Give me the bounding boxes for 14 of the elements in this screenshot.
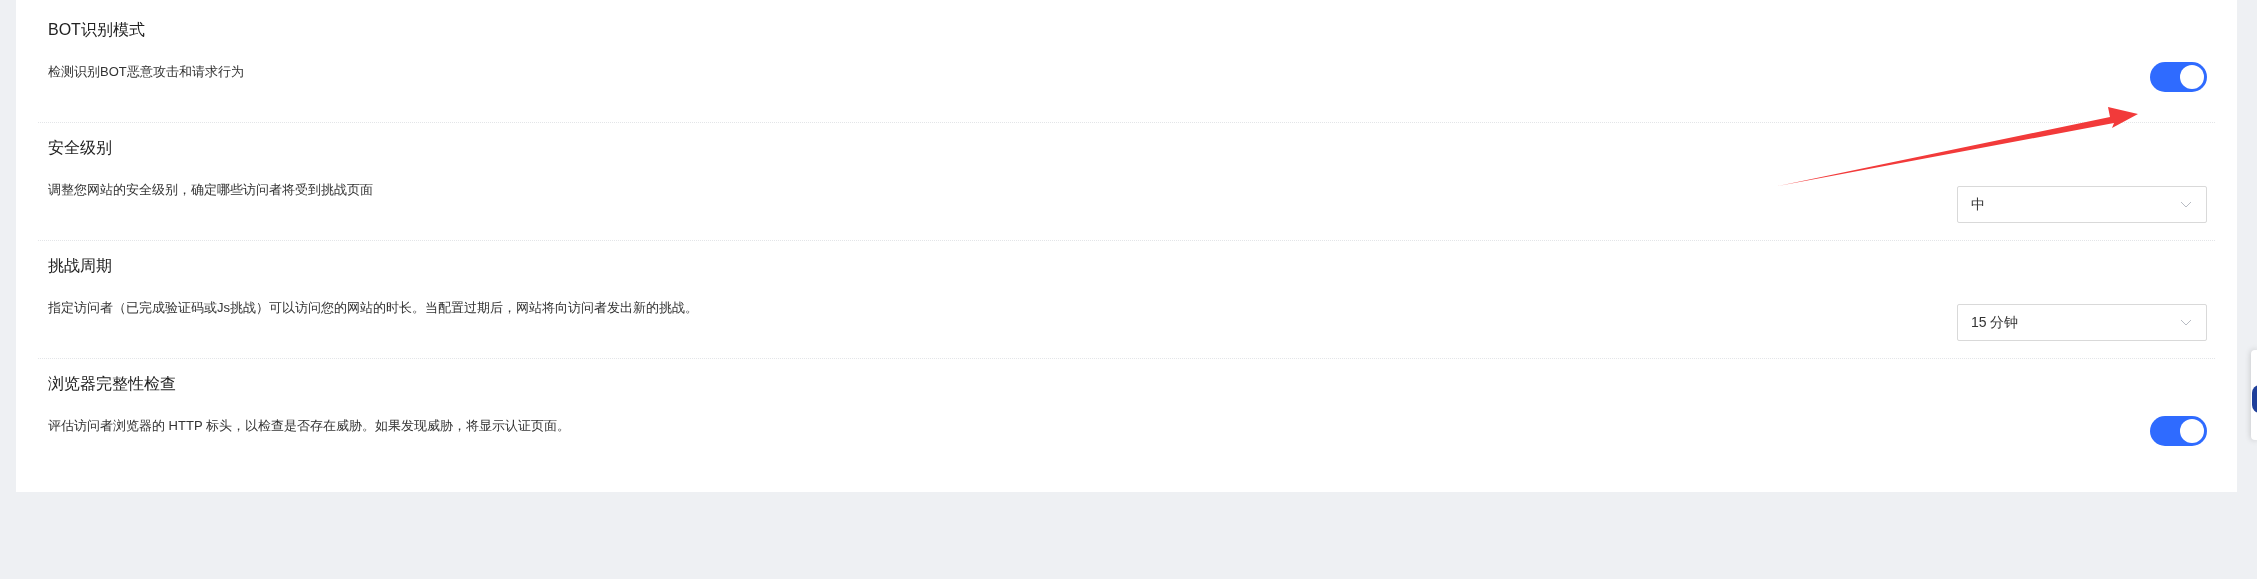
section-title: BOT识别模式 [48, 20, 145, 40]
toggle-switch[interactable] [2150, 416, 2207, 446]
section-title: 挑战周期 [48, 256, 112, 276]
section-title: 浏览器完整性检查 [48, 374, 176, 394]
section-description: 调整您网站的安全级别，确定哪些访问者将受到挑战页面 [48, 181, 373, 200]
section-description: 指定访问者（已完成验证码或Js挑战）可以访问您的网站的时长。当配置过期后，网站将向访问者发出新的挑战。 [48, 299, 698, 318]
chevron-down-icon [2180, 200, 2192, 208]
section-description: 检测识别BOT恶意攻击和请求行为 [48, 63, 244, 82]
chevron-down-icon [2180, 318, 2192, 326]
toggle-switch[interactable] [2150, 62, 2207, 92]
select-dropdown[interactable]: 中 [1957, 185, 2207, 223]
section-description: 评估访问者浏览器的 HTTP 标头，以检查是否存在威胁。如果发现威胁，将显示认证页面。 [48, 417, 570, 436]
section-title: 安全级别 [48, 138, 112, 158]
select-dropdown[interactable]: 15 分钟 [1957, 303, 2207, 341]
